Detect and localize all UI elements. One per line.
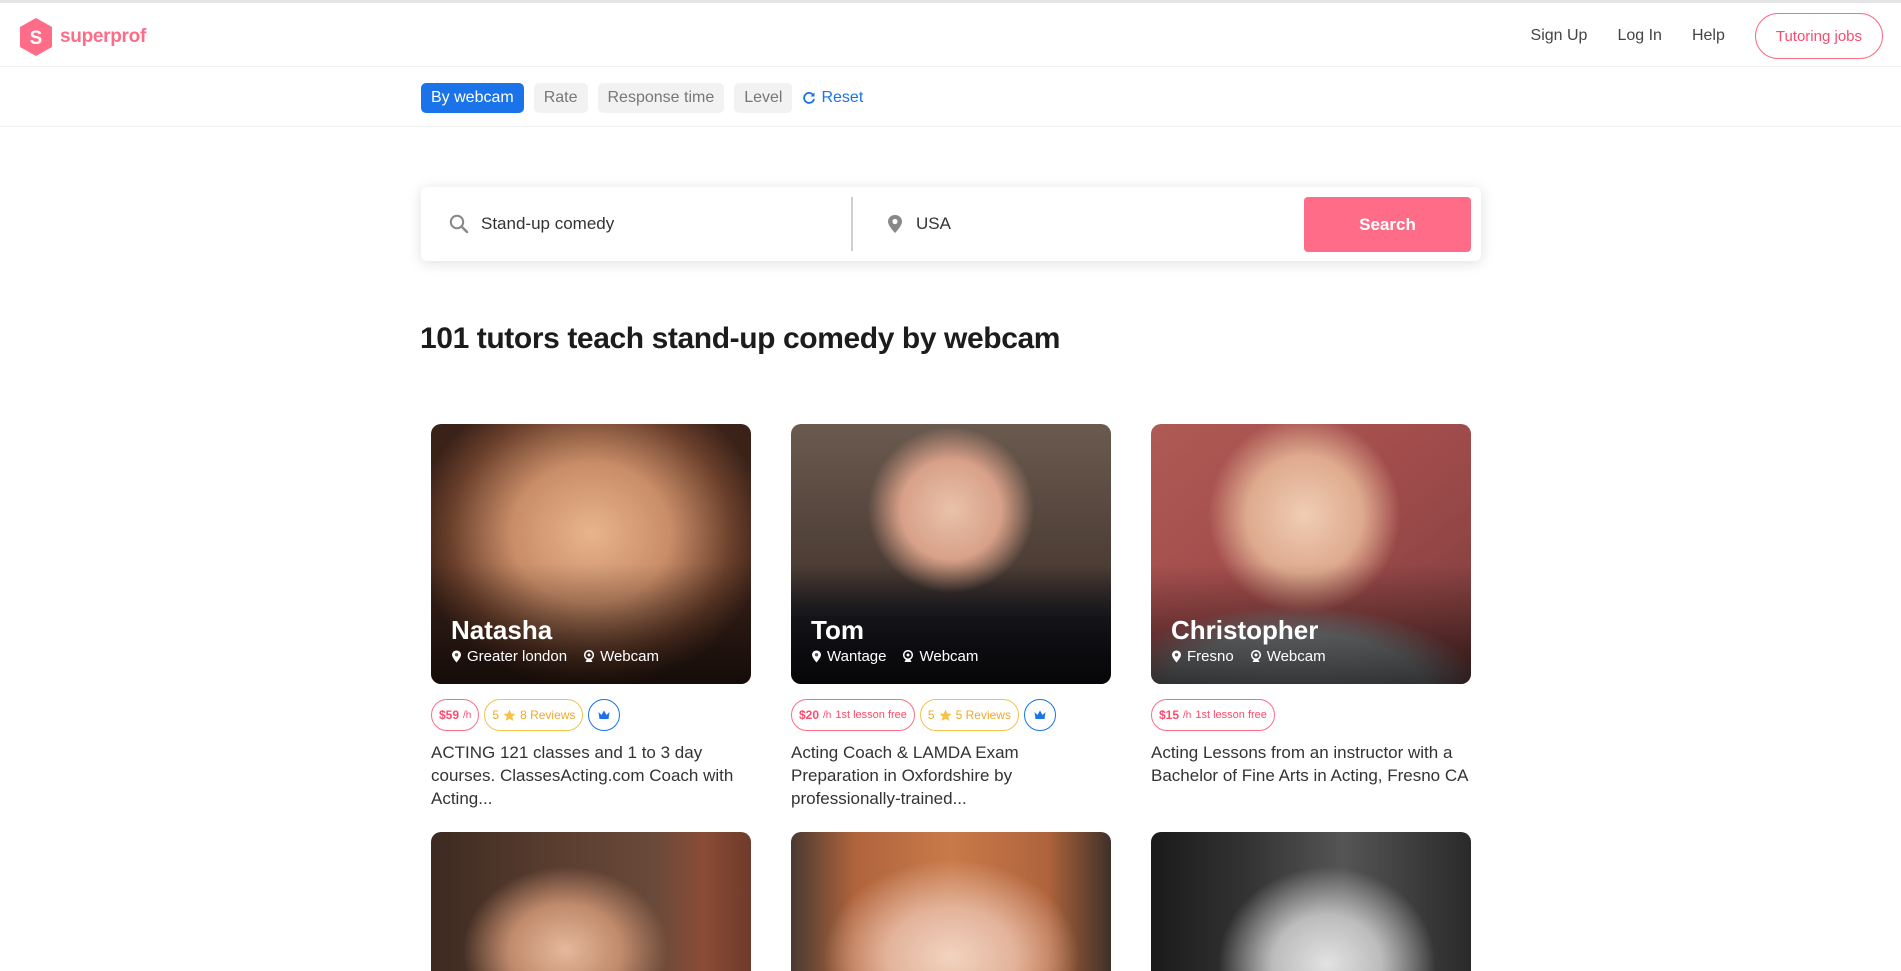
filter-by-webcam[interactable]: By webcam [421,83,524,113]
tutor-photo[interactable]: Christopher Fresno Webcam [1151,424,1471,684]
location-search-field[interactable]: USA [886,187,1286,261]
first-lesson-free: 1st lesson free [835,709,907,721]
tutor-photo[interactable] [1151,832,1471,971]
webcam-icon [584,650,595,662]
sign-up-link[interactable]: Sign Up [1531,27,1588,45]
help-link[interactable]: Help [1692,27,1725,45]
price-badge: $59 /h [431,699,480,731]
tutor-name: Natasha [451,615,553,645]
search-button[interactable]: Search [1304,197,1471,252]
location-input[interactable]: USA [916,214,951,234]
price-unit: /h [823,709,832,721]
rating-badge: 5 5 Reviews [919,699,1019,731]
tutor-name: Tom [811,615,864,645]
filter-bar: By webcam Rate Response time Level Reset [0,67,1901,127]
tutor-card[interactable] [431,832,751,971]
location-pin-icon [888,215,902,233]
svg-text:S: S [30,28,43,49]
tutor-portrait [791,832,1111,971]
filter-rate[interactable]: Rate [533,83,588,113]
ambassador-badge [1023,699,1056,731]
price-value: $59 [439,708,460,722]
log-in-link[interactable]: Log In [1617,27,1661,45]
star-icon [503,709,516,721]
tutor-description: ACTING 121 classes and 1 to 3 day course… [431,743,734,808]
tutor-photo[interactable]: Natasha Greater london Webcam [431,424,751,684]
search-divider [851,197,853,251]
tutor-portrait [431,832,751,971]
filter-chips: By webcam Rate Response time Level Reset [421,83,863,113]
tutor-mode-text: Webcam [600,648,659,665]
tutor-location: Greater london [451,648,567,665]
tutor-badges: $15 /h 1st lesson free [1151,699,1471,731]
filter-response-time[interactable]: Response time [597,83,725,113]
star-icon [939,709,952,721]
tutor-location: Fresno [1171,648,1234,665]
page-title: 101 tutors teach stand-up comedy by webc… [420,322,1061,355]
tutor-mode-text: Webcam [919,648,979,665]
tutor-card[interactable]: Christopher Fresno Webcam $15 /h 1st les… [1151,424,1471,787]
reviews-count: 8 Reviews [520,708,576,722]
price-value: $20 [799,708,820,722]
tutor-card[interactable] [1151,832,1471,971]
subject-search-field[interactable]: Stand-up comedy [449,187,849,261]
price-badge: $15 /h 1st lesson free [1151,699,1275,731]
price-value: $15 [1159,708,1180,722]
tutor-portrait [1151,832,1471,971]
crown-icon [1034,710,1046,719]
filter-level[interactable]: Level [734,83,793,113]
rating-value: 5 [927,708,935,722]
webcam-icon [1250,650,1261,662]
tutor-meta: Greater london Webcam [451,648,659,665]
tutor-location-text: Fresno [1187,648,1234,665]
tutor-meta: Fresno Webcam [1171,648,1326,665]
ambassador-badge [588,699,621,731]
tutor-badges: $20 /h 1st lesson free 5 5 Reviews [791,699,1111,731]
reset-label: Reset [821,89,864,106]
location-pin-icon [812,650,821,663]
tutor-photo[interactable]: Tom Wantage Webcam [791,424,1111,684]
tutor-mode: Webcam [1250,648,1326,665]
search-icon [449,214,469,234]
tutor-card[interactable]: Natasha Greater london Webcam $59 /h 5 8… [431,424,751,810]
subject-input[interactable]: Stand-up comedy [481,214,614,234]
tutor-location-text: Greater london [467,648,568,665]
site-header: S superprof Sign Up Log In Help Tutoring… [0,3,1901,67]
tutor-card[interactable] [791,832,1111,971]
tutor-description: Acting Lessons from an instructor with a… [1151,743,1469,785]
tutor-card[interactable]: Tom Wantage Webcam $20 /h 1st lesson fre… [791,424,1111,810]
first-lesson-free: 1st lesson free [1195,709,1267,721]
tutor-location: Wantage [811,648,886,665]
tutor-badges: $59 /h 5 8 Reviews [431,699,751,731]
tutor-location-text: Wantage [827,648,887,665]
location-pin-icon [452,650,461,663]
main-nav: Sign Up Log In Help Tutoring jobs [1531,13,1883,59]
tutor-photo[interactable] [791,832,1111,971]
tutor-mode: Webcam [583,648,659,665]
tutor-meta: Wantage Webcam [811,648,978,665]
rating-badge: 5 8 Reviews [484,699,584,731]
superprof-logo-icon: S [20,18,52,56]
crown-icon [598,710,610,719]
brand-name: superprof [60,26,146,47]
reviews-count: 5 Reviews [955,708,1011,722]
refresh-icon [803,92,816,104]
rating-value: 5 [492,708,500,722]
tutoring-jobs-button[interactable]: Tutoring jobs [1754,13,1883,59]
superprof-logo[interactable]: S superprof [18,17,146,57]
tutor-mode-text: Webcam [1266,648,1326,665]
price-unit: /h [1183,709,1192,721]
price-unit: /h [463,709,472,721]
tutor-mode: Webcam [902,648,978,665]
tutor-description: Acting Coach & LAMDA Exam Preparation in… [791,743,1019,808]
location-pin-icon [1172,650,1181,663]
reset-filters-button[interactable]: Reset [802,89,863,107]
tutor-photo[interactable] [431,832,751,971]
webcam-icon [903,650,914,662]
tutor-name: Christopher [1171,615,1319,645]
price-badge: $20 /h 1st lesson free [791,699,915,731]
search-bar: Stand-up comedy USA Search [421,187,1481,261]
